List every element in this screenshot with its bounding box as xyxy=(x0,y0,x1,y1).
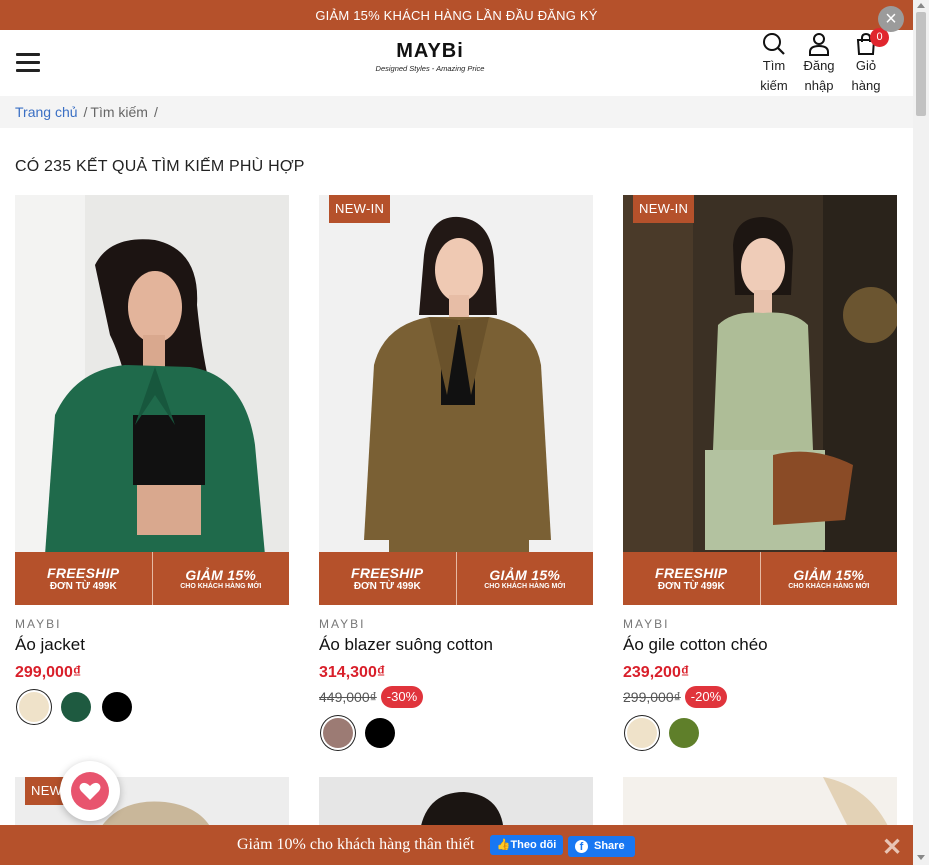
product-image[interactable]: NEW-IN FREESHIP ĐƠN TỪ 499K GIẢM 15% CHO… xyxy=(623,195,897,605)
login-button[interactable]: Đăng nhập xyxy=(799,32,839,96)
logo-tagline: Designed Styles - Amazing Price xyxy=(375,64,485,73)
bottom-promo-bar: Giảm 10% cho khách hàng thân thiết 👍Theo… xyxy=(0,825,913,865)
breadcrumb-sep: / xyxy=(83,104,88,120)
badge-new-in: NEW-IN xyxy=(329,195,391,223)
color-swatch[interactable] xyxy=(627,718,657,748)
color-swatch[interactable] xyxy=(365,718,395,748)
product-price: 299,000₫ xyxy=(15,664,82,681)
color-swatch[interactable] xyxy=(19,692,49,722)
product-name[interactable]: Áo gile cotton chéo xyxy=(623,635,897,655)
color-swatch[interactable] xyxy=(323,718,353,748)
promo-discount: GIẢM 15% xyxy=(489,567,561,583)
cart-label: Giỏ xyxy=(855,58,877,73)
promo-banner: FREESHIP ĐƠN TỪ 499K GIẢM 15% CHO KHÁCH … xyxy=(623,552,897,605)
wishlist-button[interactable] xyxy=(60,761,120,821)
product-brand: MAYBI xyxy=(15,617,62,631)
bottom-promo-text: Giảm 10% cho khách hàng thân thiết xyxy=(237,836,475,853)
promo-banner: FREESHIP ĐƠN TỪ 499K GIẢM 15% CHO KHÁCH … xyxy=(319,552,593,605)
search-label-2: kiếm xyxy=(760,78,788,93)
promo-banner: FREESHIP ĐƠN TỪ 499K GIẢM 15% CHO KHÁCH … xyxy=(15,552,289,605)
search-button[interactable]: Tìm kiếm xyxy=(754,32,794,96)
product-old-price: 449,000₫ xyxy=(319,689,377,705)
product-old-price: 299,000₫ xyxy=(623,689,681,705)
promo-freeship: FREESHIP xyxy=(351,565,424,581)
follow-label: Theo dõi xyxy=(510,839,557,851)
promo-discount-sub: CHO KHÁCH HÀNG MỚI xyxy=(180,583,262,590)
product-name[interactable]: Áo blazer suông cotton xyxy=(319,635,593,655)
user-icon xyxy=(809,33,829,56)
promo-freeship: FREESHIP xyxy=(47,565,120,581)
promo-freeship-sub: ĐƠN TỪ 499K xyxy=(657,581,725,592)
results-title: CÓ 235 KẾT QUẢ TÌM KIẾM PHÙ HỢP xyxy=(15,158,305,175)
promo-freeship-sub: ĐƠN TỪ 499K xyxy=(49,581,117,592)
promo-discount: GIẢM 15% xyxy=(185,567,257,583)
product-price: 314,300₫ xyxy=(319,664,386,681)
menu-icon[interactable] xyxy=(16,53,40,73)
product-card[interactable]: NEW-IN FREESHIP ĐƠN TỪ 499K GIẢM 15% CHO… xyxy=(319,195,593,748)
color-swatch[interactable] xyxy=(669,718,699,748)
promo-discount-sub: CHO KHÁCH HÀNG MỚI xyxy=(484,583,566,590)
promo-freeship-sub: ĐƠN TỪ 499K xyxy=(353,581,421,592)
login-label: Đăng xyxy=(803,58,835,73)
announcement-text: GIẢM 15% KHÁCH HÀNG LẦN ĐẦU ĐĂNG KÝ xyxy=(315,7,598,23)
breadcrumb-sep-2: / xyxy=(153,104,158,120)
product-card[interactable]: NEW-IN FREESHIP ĐƠN TỪ 499K GIẢM 15% CHO… xyxy=(623,195,897,748)
product-image[interactable]: FREESHIP ĐƠN TỪ 499K GIẢM 15% CHO KHÁCH … xyxy=(15,195,289,605)
color-swatch[interactable] xyxy=(61,692,91,722)
product-card[interactable]: FREESHIP ĐƠN TỪ 499K GIẢM 15% CHO KHÁCH … xyxy=(15,195,289,722)
login-label-2: nhập xyxy=(804,78,834,93)
share-button[interactable]: f Share xyxy=(568,836,635,857)
color-swatches xyxy=(319,718,593,748)
breadcrumb-current: Tìm kiếm xyxy=(90,104,148,120)
badge-new-in: NEW-IN xyxy=(633,195,695,223)
search-label: Tìm xyxy=(762,58,786,73)
thumbs-up-icon: 👍 xyxy=(496,839,511,851)
color-swatches xyxy=(15,692,289,722)
product-name[interactable]: Áo jacket xyxy=(15,635,289,655)
close-icon[interactable]: ✕ xyxy=(882,833,902,862)
cart-label-2: hàng xyxy=(851,78,881,93)
scroll-up-arrow[interactable] xyxy=(917,3,925,8)
product-brand: MAYBI xyxy=(319,617,366,631)
facebook-icon: f xyxy=(575,840,588,853)
logo[interactable]: MAYBi Designed Styles - Amazing Price xyxy=(360,40,500,73)
color-swatch[interactable] xyxy=(102,692,132,722)
heart-icon xyxy=(79,782,101,800)
product-brand: MAYBI xyxy=(623,617,670,631)
promo-freeship: FREESHIP xyxy=(655,565,728,581)
search-icon xyxy=(763,33,785,55)
breadcrumb-home[interactable]: Trang chủ xyxy=(15,104,78,120)
cart-button[interactable]: 0 Giỏ hàng xyxy=(846,28,889,96)
follow-button[interactable]: 👍Theo dõi xyxy=(490,835,563,855)
product-price: 239,200₫ xyxy=(623,664,690,681)
breadcrumb: Trang chủ / Tìm kiếm / xyxy=(0,96,913,128)
discount-badge: -30% xyxy=(380,686,424,708)
promo-discount: GIẢM 15% xyxy=(793,567,865,583)
discount-badge: -20% xyxy=(684,686,728,708)
product-image[interactable]: NEW-IN FREESHIP ĐƠN TỪ 499K GIẢM 15% CHO… xyxy=(319,195,593,605)
scroll-down-arrow[interactable] xyxy=(917,855,925,860)
announcement-bar: GIẢM 15% KHÁCH HÀNG LẦN ĐẦU ĐĂNG KÝ xyxy=(0,0,913,30)
scroll-thumb[interactable] xyxy=(916,12,926,116)
logo-text: MAYBi xyxy=(396,40,464,62)
share-label: Share xyxy=(594,840,625,852)
color-swatches xyxy=(623,718,897,748)
site-header: MAYBi Designed Styles - Amazing Price Tì… xyxy=(0,28,913,96)
promo-discount-sub: CHO KHÁCH HÀNG MỚI xyxy=(788,583,870,590)
scrollbar[interactable] xyxy=(913,0,929,865)
close-icon[interactable]: × xyxy=(878,6,904,32)
